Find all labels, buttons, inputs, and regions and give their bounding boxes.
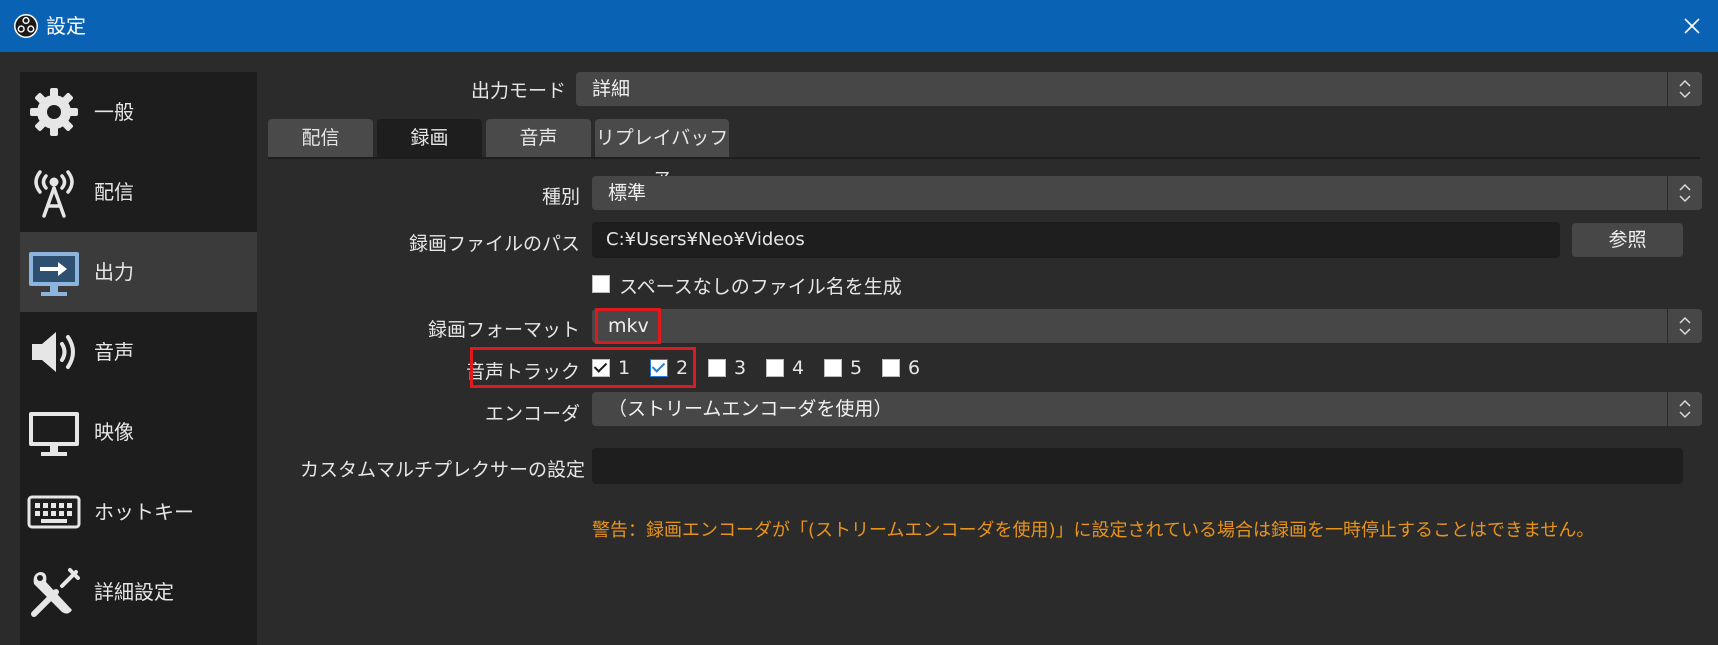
broadcast-tower-icon xyxy=(34,170,74,218)
chevron-updown-icon xyxy=(1667,309,1691,343)
no-space-filename-checkbox[interactable] xyxy=(592,275,610,293)
tab-replay-buffer[interactable]: リプレイバッファ xyxy=(595,119,729,187)
sidebar-item-label: 映像 xyxy=(94,420,134,444)
sidebar-item-video[interactable]: 映像 xyxy=(20,392,257,472)
recording-format-select[interactable]: mkv xyxy=(592,309,1702,343)
monitor-icon xyxy=(29,412,79,456)
close-icon xyxy=(1684,18,1700,34)
output-mode-select[interactable]: 詳細 xyxy=(576,72,1702,106)
audio-track-4-checkbox[interactable] xyxy=(766,359,784,377)
type-value: 標準 xyxy=(608,182,647,204)
sidebar-item-label: ホットキー xyxy=(94,500,194,524)
title-bar: 設定 xyxy=(0,0,1718,52)
encoder-label: エンコーダ xyxy=(484,403,580,425)
audio-track-6-checkbox[interactable] xyxy=(882,359,900,377)
settings-sidebar: 一般 配信 出力 音声 映像 ホットキー 詳細設定 xyxy=(20,72,257,645)
gear-icon xyxy=(30,88,78,136)
recording-path-input[interactable]: C:¥Users¥Neo¥Videos xyxy=(592,222,1560,258)
sidebar-item-label: 音声 xyxy=(94,340,134,364)
tab-recording[interactable]: 録画 xyxy=(377,119,482,157)
close-button[interactable] xyxy=(1666,0,1718,52)
sidebar-item-output[interactable]: 出力 xyxy=(20,232,257,312)
sidebar-item-general[interactable]: 一般 xyxy=(20,72,257,152)
recording-path-value: C:¥Users¥Neo¥Videos xyxy=(606,229,805,250)
sidebar-item-label: 詳細設定 xyxy=(94,580,174,604)
custom-muxer-input[interactable] xyxy=(592,448,1683,484)
audio-track-5-label: 5 xyxy=(850,357,863,379)
speaker-icon xyxy=(32,332,75,372)
browse-button[interactable]: 参照 xyxy=(1572,223,1683,257)
keyboard-icon xyxy=(27,495,81,529)
recording-format-label: 録画フォーマット xyxy=(427,319,580,341)
recording-path-label: 録画ファイルのパス xyxy=(408,233,580,255)
output-mode-label: 出力モード xyxy=(470,80,566,102)
chevron-updown-icon xyxy=(1667,72,1691,106)
audio-track-5-checkbox[interactable] xyxy=(824,359,842,377)
type-select[interactable]: 標準 xyxy=(592,176,1702,210)
sidebar-item-label: 一般 xyxy=(94,100,134,124)
audio-track-highlight-box xyxy=(470,347,696,388)
tools-icon xyxy=(31,568,80,617)
sidebar-item-hotkeys[interactable]: ホットキー xyxy=(20,472,257,552)
audio-track-4-label: 4 xyxy=(792,357,805,379)
tab-stream[interactable]: 配信 xyxy=(268,119,373,157)
monitor-output-icon xyxy=(29,252,79,296)
chevron-updown-icon xyxy=(1667,176,1691,210)
window-title: 設定 xyxy=(46,14,86,38)
audio-track-3-label: 3 xyxy=(734,357,747,379)
sidebar-item-label: 出力 xyxy=(94,260,134,284)
chevron-updown-icon xyxy=(1667,392,1691,426)
sidebar-item-advanced[interactable]: 詳細設定 xyxy=(20,552,257,632)
tab-audio[interactable]: 音声 xyxy=(486,119,591,157)
audio-track-3-checkbox[interactable] xyxy=(708,359,726,377)
custom-muxer-label: カスタムマルチプレクサーの設定 xyxy=(300,459,586,481)
encoder-select[interactable]: （ストリームエンコーダを使用） xyxy=(592,392,1702,426)
type-label: 種別 xyxy=(541,186,580,208)
format-highlight-box xyxy=(595,308,661,344)
pause-warning-text: 警告：録画エンコーダが「(ストリームエンコーダを使用)」に設定されている場合は録… xyxy=(592,520,1595,541)
encoder-value: （ストリームエンコーダを使用） xyxy=(608,398,893,420)
sidebar-item-audio[interactable]: 音声 xyxy=(20,312,257,392)
obs-logo-icon xyxy=(14,14,38,38)
output-mode-value: 詳細 xyxy=(592,78,631,100)
sidebar-item-stream[interactable]: 配信 xyxy=(20,152,257,232)
sidebar-item-label: 配信 xyxy=(94,180,134,204)
audio-track-6-label: 6 xyxy=(908,357,921,379)
window-body: 一般 配信 出力 音声 映像 ホットキー 詳細設定 xyxy=(0,52,1718,645)
tab-divider xyxy=(268,157,1700,159)
no-space-filename-label: スペースなしのファイル名を生成 xyxy=(619,276,902,298)
